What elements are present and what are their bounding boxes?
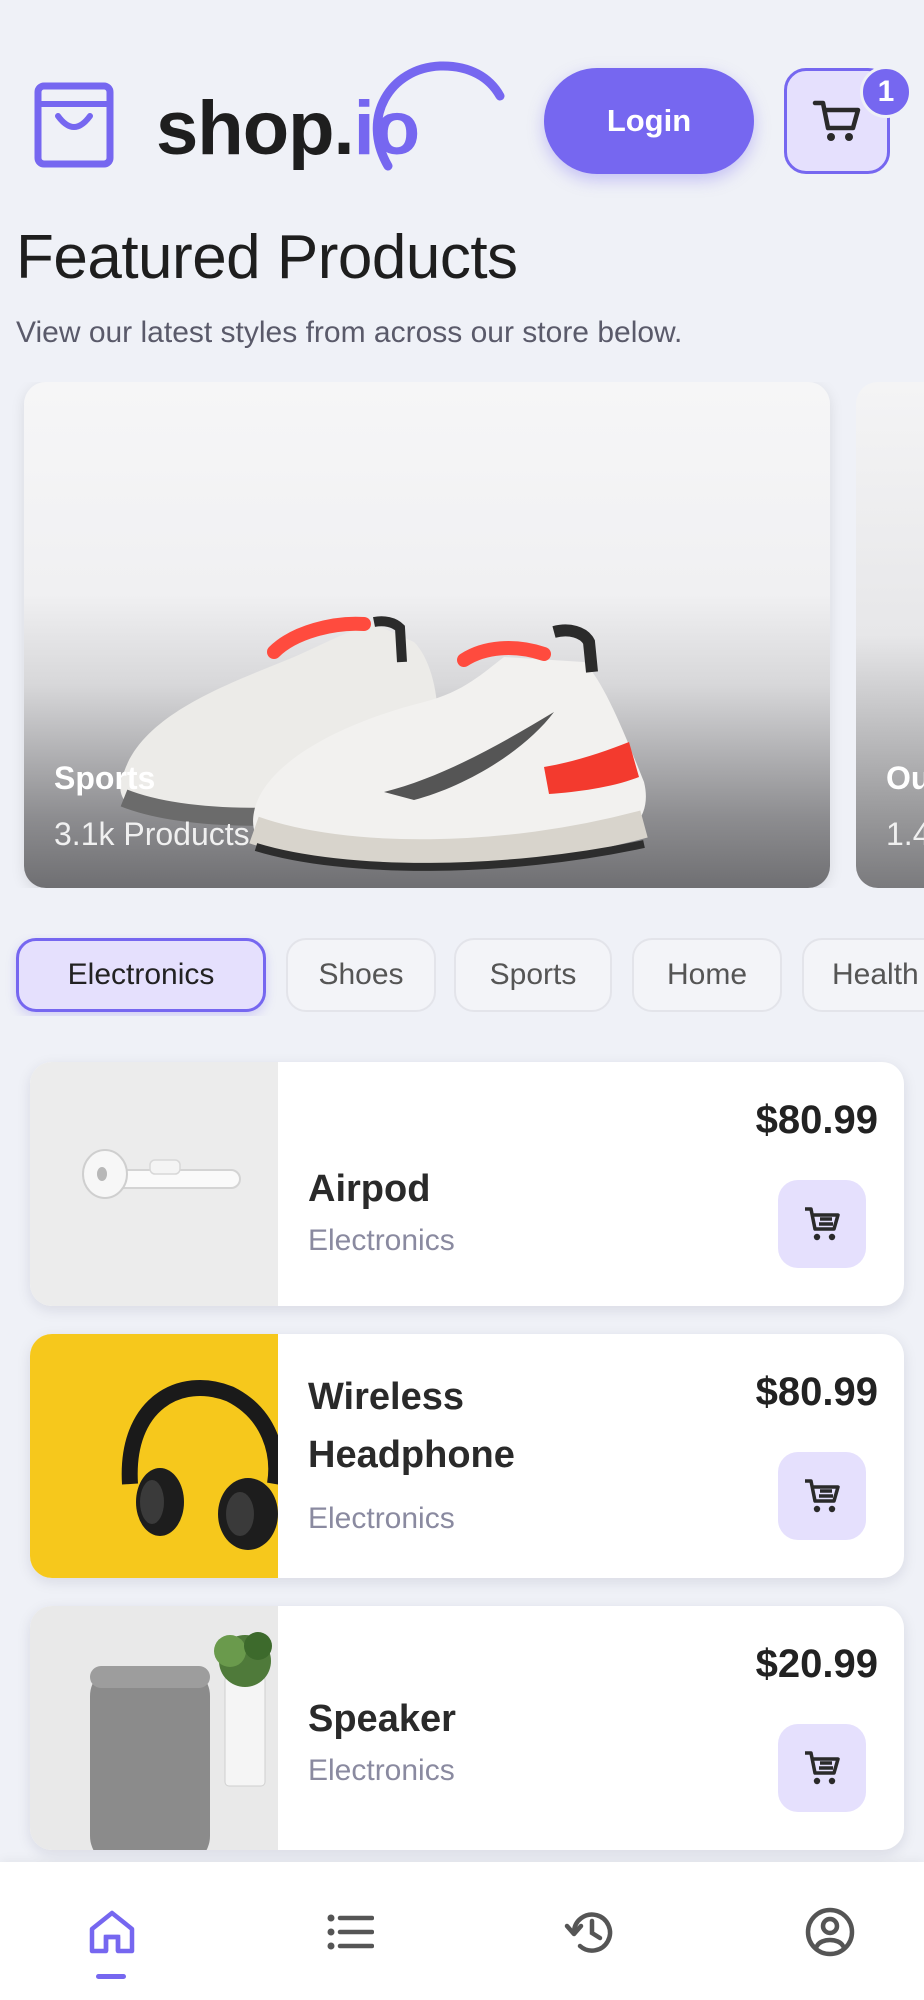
chip-home[interactable]: Home — [632, 938, 782, 1012]
category-chips: Electronics Shoes Sports Home Health — [0, 934, 924, 1016]
app-header: shop.io Login 1 — [0, 0, 924, 200]
add-cart-icon — [805, 1207, 840, 1241]
page-title: Featured Products — [16, 223, 518, 292]
cart-count-badge: 1 — [860, 66, 912, 118]
add-to-cart-button[interactable] — [778, 1180, 866, 1268]
shopping-bag-icon[interactable] — [34, 82, 114, 168]
nav-profile[interactable] — [798, 1900, 862, 1964]
product-name: Speaker — [308, 1698, 456, 1740]
add-cart-icon — [805, 1751, 840, 1785]
speaker-image — [30, 1606, 278, 1850]
nav-list[interactable] — [318, 1900, 382, 1964]
product-price: $20.99 — [755, 1642, 878, 1686]
product-category: Electronics — [308, 1754, 455, 1787]
product-price: $80.99 — [755, 1370, 878, 1414]
login-button[interactable]: Login — [544, 68, 754, 174]
product-card-wireless-headphone[interactable]: Wireless Headphone Electronics $80.99 — [30, 1334, 904, 1578]
product-card-airpod[interactable]: Airpod Electronics $80.99 — [30, 1062, 904, 1306]
history-icon — [564, 1912, 613, 1953]
airpod-image — [30, 1062, 278, 1306]
cart-icon — [812, 100, 861, 141]
headphone-image — [30, 1334, 278, 1578]
logo-text-main: shop. — [156, 86, 355, 171]
active-tab-indicator — [96, 1974, 126, 1979]
home-icon — [89, 1910, 135, 1954]
featured-card-count: 1.4 — [886, 816, 924, 852]
nav-history[interactable] — [558, 1900, 622, 1964]
nav-home[interactable] — [80, 1900, 144, 1964]
add-cart-icon — [805, 1479, 840, 1513]
add-to-cart-button[interactable] — [778, 1724, 866, 1812]
add-to-cart-button[interactable] — [778, 1452, 866, 1540]
product-category: Electronics — [308, 1224, 455, 1257]
product-price: $80.99 — [755, 1098, 878, 1142]
product-card-speaker[interactable]: Speaker Electronics $20.99 — [30, 1606, 904, 1850]
chip-electronics[interactable]: Electronics — [16, 938, 266, 1012]
featured-card-title: Sports — [54, 760, 156, 796]
product-name: Airpod — [308, 1168, 431, 1210]
featured-card-count: 3.1k Products — [54, 816, 250, 852]
profile-icon — [805, 1907, 855, 1957]
logo-swoosh-icon — [372, 61, 505, 171]
featured-card-sports[interactable]: Sports 3.1k Products — [24, 382, 830, 888]
featured-card-title: Ou — [886, 760, 924, 796]
bottom-navigation — [0, 1862, 924, 2000]
product-category: Electronics — [308, 1502, 455, 1535]
chip-sports[interactable]: Sports — [454, 938, 612, 1012]
chip-shoes[interactable]: Shoes — [286, 938, 436, 1012]
featured-carousel[interactable]: Sports 3.1k Products Ou 1.4 — [0, 382, 924, 888]
featured-card-next[interactable]: Ou 1.4 — [856, 382, 924, 888]
product-name: Wireless Headphone — [308, 1376, 515, 1476]
page-subtitle: View our latest styles from across our s… — [16, 316, 683, 349]
chip-health[interactable]: Health — [802, 938, 924, 1012]
list-icon — [327, 1914, 374, 1950]
